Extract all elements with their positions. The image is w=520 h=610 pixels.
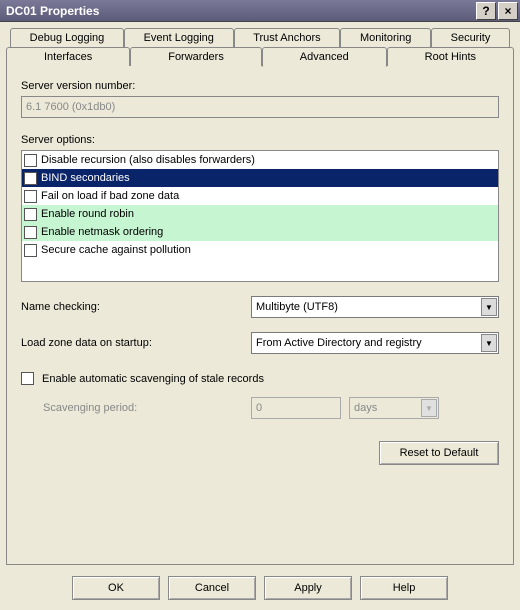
dialog-body: Debug Logging Event Logging Trust Anchor… [0, 22, 520, 610]
list-item-label: Fail on load if bad zone data [41, 190, 179, 202]
list-item-label: Enable round robin [41, 208, 134, 220]
scavenging-period-input [251, 397, 341, 419]
tab-panel-advanced: Server version number: Server options: D… [6, 65, 514, 565]
list-item[interactable]: Enable round robin [22, 205, 498, 223]
server-options-label: Server options: [21, 134, 499, 146]
load-zone-combo[interactable]: From Active Directory and registry ▼ [251, 332, 499, 354]
chevron-down-icon[interactable]: ▼ [481, 334, 497, 352]
window-title: DC01 Properties [6, 4, 474, 18]
checkbox-icon[interactable] [24, 172, 37, 185]
server-options-listbox[interactable]: Disable recursion (also disables forward… [21, 150, 499, 282]
chevron-down-icon[interactable]: ▼ [481, 298, 497, 316]
tab-row-back: Debug Logging Event Logging Trust Anchor… [10, 28, 510, 47]
list-item-empty [22, 259, 498, 277]
scavenging-period-unit-combo: days ▼ [349, 397, 439, 419]
tab-debug-logging[interactable]: Debug Logging [10, 28, 124, 47]
tab-interfaces[interactable]: Interfaces [6, 47, 130, 66]
list-item-label: Secure cache against pollution [41, 244, 191, 256]
tab-forwarders[interactable]: Forwarders [130, 47, 262, 66]
help-icon[interactable]: ? [476, 2, 496, 20]
load-zone-label: Load zone data on startup: [21, 337, 251, 349]
tab-security[interactable]: Security [431, 28, 510, 47]
combo-value: days [354, 402, 377, 414]
server-version-input [21, 96, 499, 118]
titlebar: DC01 Properties ? × [0, 0, 520, 22]
checkbox-icon[interactable] [24, 244, 37, 257]
ok-button[interactable]: OK [72, 576, 160, 600]
name-checking-label: Name checking: [21, 301, 251, 313]
close-icon[interactable]: × [498, 2, 518, 20]
reset-row: Reset to Default [21, 441, 499, 465]
scavenging-checkbox-row[interactable]: Enable automatic scavenging of stale rec… [21, 372, 499, 385]
checkbox-icon[interactable] [24, 226, 37, 239]
help-button[interactable]: Help [360, 576, 448, 600]
tab-row-front: Interfaces Forwarders Advanced Root Hint… [6, 47, 514, 66]
tab-container: Debug Logging Event Logging Trust Anchor… [6, 28, 514, 566]
list-item-label: Disable recursion (also disables forward… [41, 154, 255, 166]
reset-to-default-button[interactable]: Reset to Default [379, 441, 499, 465]
checkbox-icon[interactable] [24, 154, 37, 167]
scavenging-period-row: Scavenging period: days ▼ [21, 397, 499, 419]
checkbox-icon[interactable] [21, 372, 34, 385]
list-item[interactable]: Secure cache against pollution [22, 241, 498, 259]
list-item[interactable]: BIND secondaries [22, 169, 498, 187]
list-item[interactable]: Enable netmask ordering [22, 223, 498, 241]
list-item-label: BIND secondaries [41, 172, 130, 184]
chevron-down-icon: ▼ [421, 399, 437, 417]
load-zone-row: Load zone data on startup: From Active D… [21, 332, 499, 354]
apply-button[interactable]: Apply [264, 576, 352, 600]
list-item[interactable]: Fail on load if bad zone data [22, 187, 498, 205]
scavenging-period-label: Scavenging period: [43, 402, 251, 414]
checkbox-icon[interactable] [24, 208, 37, 221]
combo-value: From Active Directory and registry [256, 337, 422, 349]
checkbox-icon[interactable] [24, 190, 37, 203]
tab-advanced[interactable]: Advanced [262, 47, 387, 67]
name-checking-combo[interactable]: Multibyte (UTF8) ▼ [251, 296, 499, 318]
list-item[interactable]: Disable recursion (also disables forward… [22, 151, 498, 169]
combo-value: Multibyte (UTF8) [256, 301, 338, 313]
list-item-label: Enable netmask ordering [41, 226, 163, 238]
tab-monitoring[interactable]: Monitoring [340, 28, 431, 47]
dialog-button-bar: OK Cancel Apply Help [6, 566, 514, 604]
tab-root-hints[interactable]: Root Hints [387, 47, 514, 66]
cancel-button[interactable]: Cancel [168, 576, 256, 600]
scavenging-checkbox-label: Enable automatic scavenging of stale rec… [42, 373, 264, 385]
name-checking-row: Name checking: Multibyte (UTF8) ▼ [21, 296, 499, 318]
titlebar-buttons: ? × [474, 2, 518, 20]
tab-event-logging[interactable]: Event Logging [124, 28, 234, 47]
server-version-label: Server version number: [21, 80, 499, 92]
tab-trust-anchors[interactable]: Trust Anchors [234, 28, 341, 47]
